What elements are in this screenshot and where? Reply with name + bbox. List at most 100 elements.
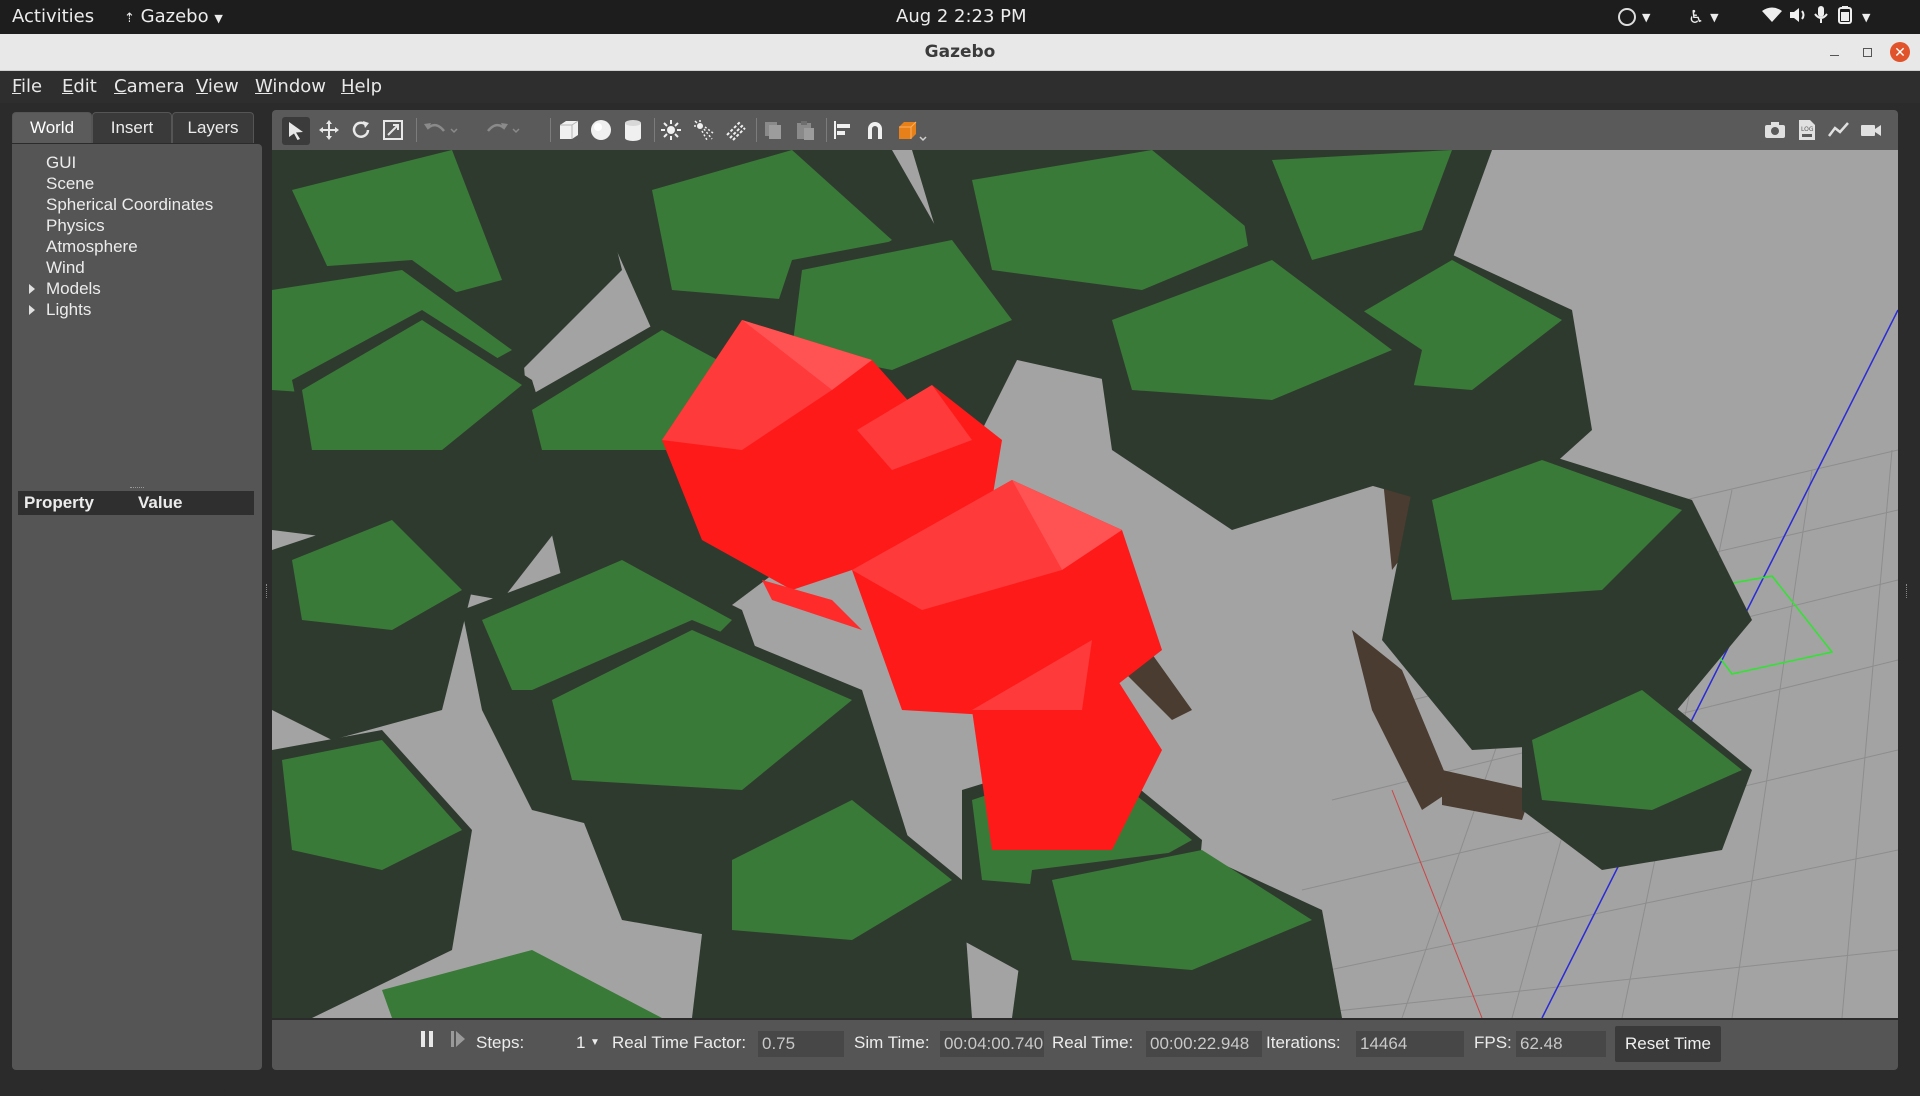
tree-item-lights[interactable]: Lights [12, 299, 262, 320]
redo-button[interactable] [484, 119, 520, 141]
toolbar-separator [756, 118, 757, 142]
world-tree: GUI Scene Spherical Coordinates Physics … [12, 152, 262, 320]
status-indicator-menu[interactable]: ▼ [1618, 0, 1650, 34]
system-top-bar: Activities ⇡ Gazebo ▼ Aug 2 2:23 PM ▼ ♿ … [0, 0, 1920, 34]
paste-icon [797, 121, 814, 140]
render-view: LOG Steps: 1 ▼ Real Time Factor: 0.75 Si… [272, 110, 1898, 1070]
panel-splitter-handle[interactable] [130, 487, 144, 490]
close-icon: ✕ [1894, 44, 1906, 60]
system-menu[interactable]: ▼ [1762, 0, 1870, 34]
insert-sphere-button[interactable] [590, 119, 612, 141]
view-angle-button[interactable] [896, 119, 932, 142]
activities-button[interactable]: Activities [12, 0, 94, 34]
tree-item-label: GUI [46, 153, 77, 172]
screenshot-icon [1765, 122, 1785, 138]
accessibility-menu[interactable]: ♿ ▼ [1688, 0, 1719, 34]
cylinder-icon [625, 120, 641, 141]
menu-view[interactable]: View [196, 71, 239, 103]
chevron-down-icon: ▼ [214, 12, 223, 25]
insert-spot-light-button[interactable] [692, 119, 714, 141]
real-time-field: 00:00:22.948 [1146, 1031, 1262, 1057]
tree-item-spherical-coordinates[interactable]: Spherical Coordinates [12, 194, 262, 215]
tree-item-label: Wind [46, 258, 85, 277]
tab-insert[interactable]: Insert [92, 112, 172, 143]
restore-icon [1862, 47, 1872, 57]
value-column-header: Value [138, 493, 183, 512]
world-panel: GUI Scene Spherical Coordinates Physics … [12, 144, 262, 1096]
real-time-label: Real Time: [1052, 1033, 1134, 1052]
menu-file[interactable]: File [12, 71, 42, 103]
insert-directional-light-button[interactable] [724, 119, 746, 141]
log-button[interactable]: LOG [1796, 119, 1818, 141]
tab-world[interactable]: World [12, 112, 92, 143]
directional-light-icon [726, 121, 746, 141]
align-button[interactable] [832, 119, 854, 141]
tree-item-models[interactable]: Models [12, 278, 262, 299]
minimize-button[interactable] [1824, 42, 1844, 62]
window-title-bar: Gazebo ✕ [0, 34, 1920, 71]
app-menu-icon: ⇡ [124, 11, 135, 26]
scene-render[interactable] [272, 150, 1898, 1018]
redo-icon [487, 123, 520, 134]
app-menu-label: Gazebo [140, 6, 209, 27]
pause-button[interactable] [420, 1020, 434, 1066]
scale-mode-button[interactable] [382, 119, 404, 141]
expand-arrow-icon[interactable] [29, 284, 35, 294]
record-video-icon [1861, 125, 1881, 136]
minimize-icon [1829, 54, 1839, 56]
toolbar-separator [826, 118, 827, 142]
rtf-field: 0.75 [758, 1031, 844, 1057]
property-table-header: Property Value [18, 491, 254, 515]
undo-button[interactable] [422, 119, 458, 141]
translate-mode-button[interactable] [318, 119, 340, 141]
tree-item-gui[interactable]: GUI [12, 152, 262, 173]
app-menu-button[interactable]: ⇡ Gazebo ▼ [124, 0, 223, 34]
battery-icon [1834, 5, 1856, 29]
tree-item-label: Physics [46, 216, 105, 235]
menu-window[interactable]: Window [255, 71, 326, 103]
insert-point-light-button[interactable] [660, 119, 682, 141]
plot-button[interactable] [1828, 119, 1850, 141]
tree-item-wind[interactable]: Wind [12, 257, 262, 278]
render-toolbar: LOG [272, 110, 1898, 150]
tree-item-atmosphere[interactable]: Atmosphere [12, 236, 262, 257]
expand-arrow-icon[interactable] [29, 305, 35, 315]
maximize-button[interactable] [1857, 42, 1877, 62]
menu-camera[interactable]: Camera [114, 71, 185, 103]
tree-item-scene[interactable]: Scene [12, 173, 262, 194]
rtf-label: Real Time Factor: [612, 1033, 747, 1052]
screenshot-button[interactable] [1764, 119, 1786, 141]
chevron-down-icon[interactable]: ▼ [590, 1020, 600, 1066]
menu-bar: File Edit Camera View Window Help [0, 71, 1920, 103]
select-mode-button[interactable] [282, 117, 310, 145]
clock[interactable]: Aug 2 2:23 PM [896, 0, 1027, 34]
rotate-mode-button[interactable] [350, 119, 372, 141]
record-video-button[interactable] [1860, 119, 1882, 141]
step-button[interactable] [450, 1020, 466, 1066]
tab-layers[interactable]: Layers [172, 112, 254, 143]
iterations-label: Iterations: [1266, 1033, 1341, 1052]
sim-time-field: 00:04:00.740 [940, 1031, 1044, 1057]
property-column-header: Property [24, 493, 94, 512]
menu-help[interactable]: Help [341, 71, 382, 103]
menu-edit[interactable]: Edit [62, 71, 97, 103]
undo-icon [424, 123, 458, 134]
3d-scene-viewport[interactable] [272, 150, 1898, 1018]
close-button[interactable]: ✕ [1890, 42, 1910, 62]
copy-button[interactable] [762, 119, 784, 141]
reset-time-button[interactable]: Reset Time [1615, 1026, 1721, 1062]
horizontal-scrollbar[interactable] [40, 1089, 226, 1096]
plot-icon [1828, 122, 1849, 137]
snap-button[interactable] [864, 119, 886, 141]
toolbar-separator [416, 118, 417, 142]
right-splitter-handle[interactable] [1906, 584, 1910, 598]
tree-item-physics[interactable]: Physics [12, 215, 262, 236]
left-splitter-handle[interactable] [266, 584, 270, 598]
insert-cylinder-button[interactable] [622, 119, 644, 141]
fps-field: 62.48 [1516, 1031, 1606, 1057]
insert-box-button[interactable] [558, 119, 580, 141]
steps-value[interactable]: 1 [576, 1020, 585, 1066]
toolbar-separator [654, 118, 655, 142]
paste-button[interactable] [794, 119, 816, 141]
left-panel-tabs: World Insert Layers [12, 110, 262, 144]
